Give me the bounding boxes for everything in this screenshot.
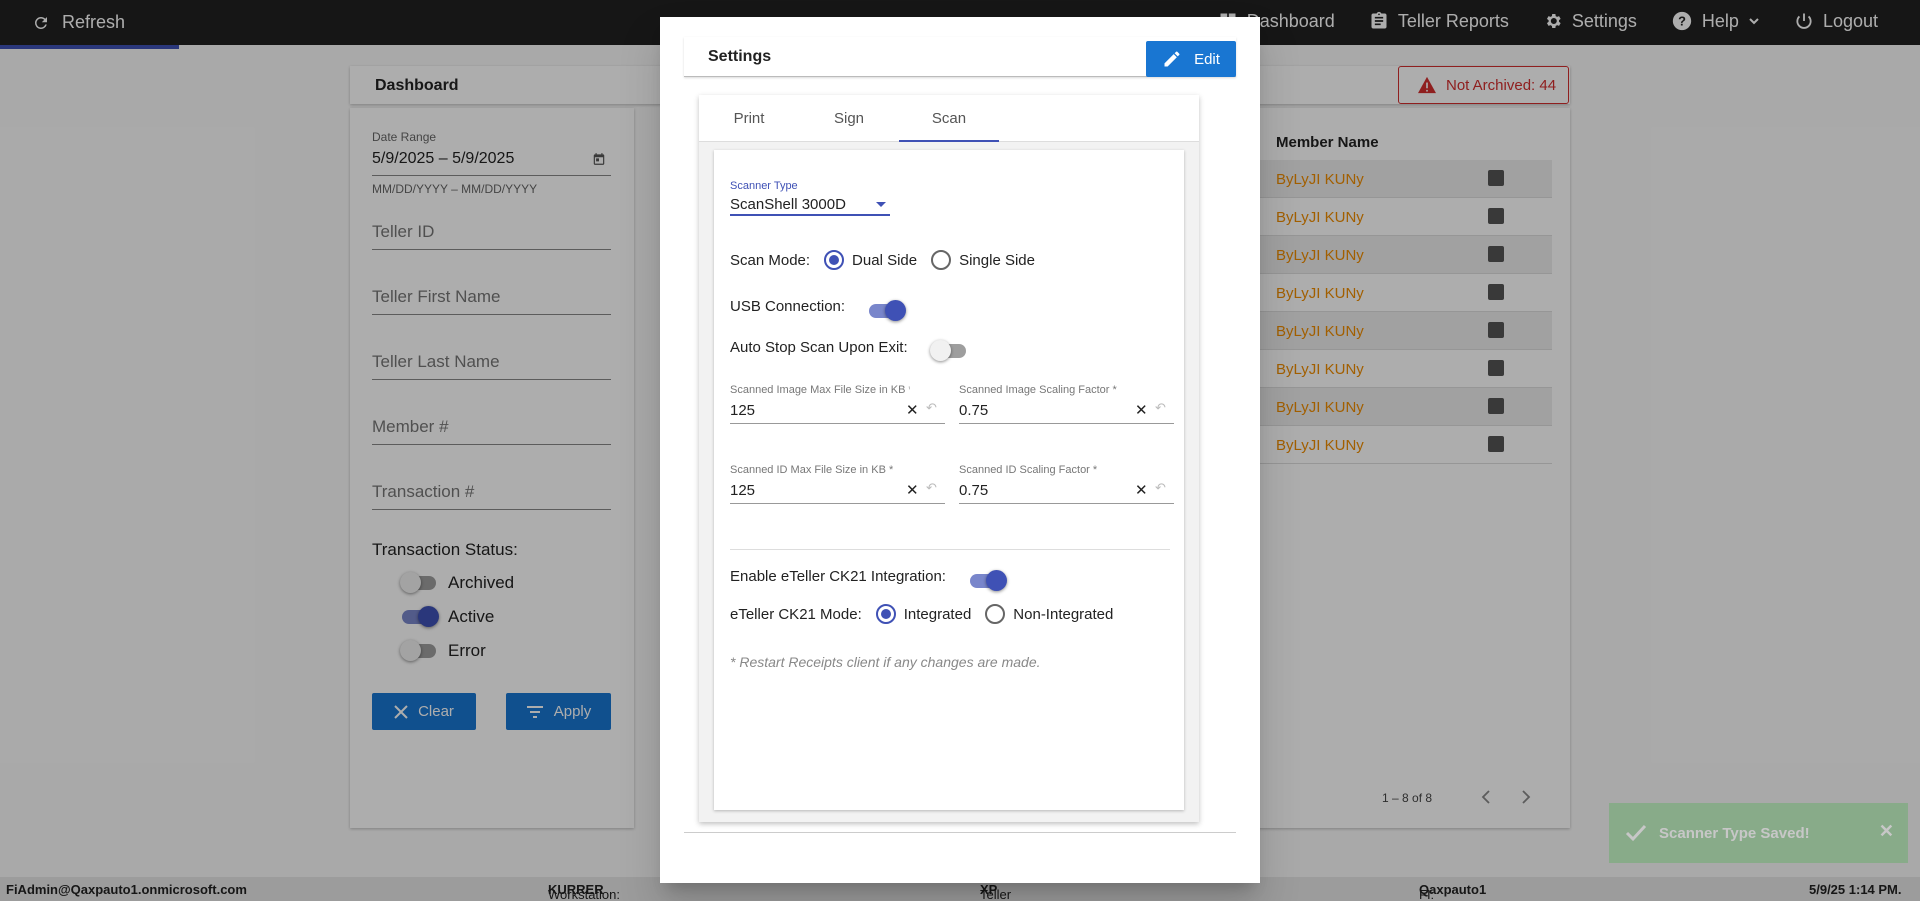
- tab-scan[interactable]: Scan: [899, 95, 999, 142]
- ck21-integration-switch[interactable]: [969, 570, 1007, 591]
- undo-icon[interactable]: ↶: [926, 480, 937, 496]
- ck21-integrated-radio[interactable]: [875, 604, 896, 624]
- divider: [730, 549, 1170, 550]
- scanner-type-value: ScanShell 3000D: [730, 196, 846, 213]
- auto-stop-label: Auto Stop Scan Upon Exit:: [730, 338, 908, 356]
- id-max-size-value: 125: [730, 482, 756, 499]
- ck21-mode-row: eTeller CK21 Mode: Integrated Non-Integr…: [730, 604, 1113, 624]
- clear-icon[interactable]: ✕: [1135, 481, 1148, 499]
- scanner-type-label: Scanner Type: [730, 180, 798, 192]
- scan-mode-label: Scan Mode:: [730, 251, 811, 269]
- ck21-integrated-label[interactable]: Integrated: [904, 606, 972, 623]
- image-max-size-label: Scanned Image Max File Size in KB *: [730, 384, 910, 396]
- ck21-non-integrated-label[interactable]: Non-Integrated: [1013, 606, 1113, 623]
- scan-mode-dual-radio[interactable]: [824, 250, 845, 270]
- dialog-title: Settings: [708, 48, 772, 65]
- scan-mode-single-label[interactable]: Single Side: [959, 252, 1035, 269]
- undo-icon[interactable]: ↶: [926, 400, 937, 416]
- image-scaling-value: 0.75: [959, 402, 989, 419]
- auto-stop-switch[interactable]: [929, 340, 966, 361]
- id-scaling-field[interactable]: Scanned ID Scaling Factor * 0.75 ✕ ↶: [959, 464, 1174, 504]
- ck21-non-integrated-radio[interactable]: [985, 604, 1006, 624]
- usb-connection-switch[interactable]: [869, 300, 907, 321]
- settings-dialog: Settings Edit Print Sign Scan Scanner Ty…: [660, 17, 1260, 883]
- undo-icon[interactable]: ↶: [1155, 480, 1166, 496]
- clear-icon[interactable]: ✕: [906, 401, 919, 419]
- tab-sign[interactable]: Sign: [799, 95, 899, 142]
- usb-connection-row: USB Connection:: [730, 294, 907, 321]
- settings-card: Print Sign Scan Scanner Type ScanShell 3…: [699, 95, 1199, 822]
- id-scaling-label: Scanned ID Scaling Factor *: [959, 464, 1098, 476]
- undo-icon[interactable]: ↶: [1155, 400, 1166, 416]
- edit-button[interactable]: Edit: [1146, 41, 1236, 77]
- edit-label: Edit: [1194, 50, 1220, 68]
- ck21-integration-row: Enable eTeller CK21 Integration:: [730, 564, 1007, 591]
- pencil-icon: [1162, 49, 1182, 69]
- scan-mode-row: Scan Mode: Dual Side Single Side: [730, 250, 1035, 270]
- scanner-type-select[interactable]: Scanner Type ScanShell 3000D: [730, 180, 890, 216]
- image-max-size-field[interactable]: Scanned Image Max File Size in KB * 125 …: [730, 384, 945, 424]
- scan-mode-single-radio[interactable]: [931, 250, 952, 270]
- id-max-size-label: Scanned ID Max File Size in KB *: [730, 464, 894, 476]
- image-scaling-field[interactable]: Scanned Image Scaling Factor * 0.75 ✕ ↶: [959, 384, 1174, 424]
- ck21-mode-label: eTeller CK21 Mode:: [730, 605, 862, 623]
- image-max-size-value: 125: [730, 402, 756, 419]
- usb-connection-label: USB Connection:: [730, 297, 846, 315]
- auto-stop-row: Auto Stop Scan Upon Exit:: [730, 336, 966, 361]
- image-scaling-label: Scanned Image Scaling Factor *: [959, 384, 1117, 396]
- settings-tabs: Print Sign Scan: [699, 95, 1199, 142]
- tab-print[interactable]: Print: [699, 95, 799, 142]
- id-max-size-field[interactable]: Scanned ID Max File Size in KB * 125 ✕ ↶: [730, 464, 945, 504]
- toast-close-icon[interactable]: ✕: [1879, 821, 1894, 842]
- scan-settings-form: Scanner Type ScanShell 3000D Scan Mode: …: [714, 150, 1184, 810]
- clear-icon[interactable]: ✕: [906, 481, 919, 499]
- toast-notification: Scanner Type Saved! ✕: [1609, 803, 1908, 863]
- scan-mode-dual-label[interactable]: Dual Side: [852, 252, 917, 269]
- ck21-integration-label: Enable eTeller CK21 Integration:: [730, 567, 946, 585]
- scan-tab-panel: Scanner Type ScanShell 3000D Scan Mode: …: [699, 142, 1199, 822]
- clear-icon[interactable]: ✕: [1135, 401, 1148, 419]
- dropdown-caret-icon: [876, 202, 886, 207]
- restart-note: * Restart Receipts client if any changes…: [730, 654, 1041, 670]
- dialog-body: Print Sign Scan Scanner Type ScanShell 3…: [684, 80, 1236, 833]
- id-scaling-value: 0.75: [959, 482, 989, 499]
- check-icon: [1625, 824, 1647, 842]
- toast-message: Scanner Type Saved!: [1659, 824, 1810, 842]
